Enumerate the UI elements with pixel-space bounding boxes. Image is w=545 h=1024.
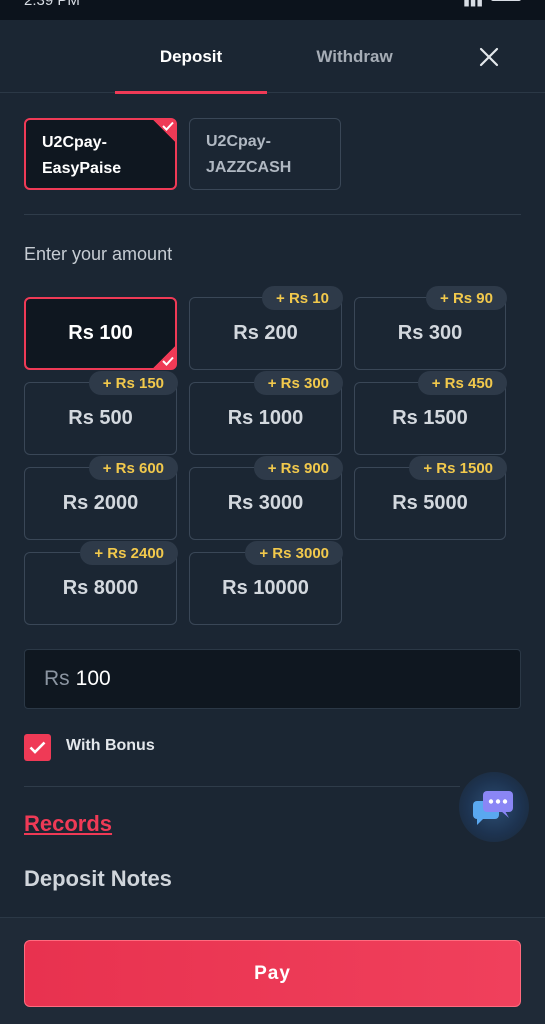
divider (24, 214, 521, 215)
bonus-badge: + Rs 10 (262, 286, 343, 310)
amount-grid: Rs 100 Rs 200 + Rs 10 Rs 300 + Rs 90 Rs … (24, 286, 521, 627)
amount-option-1000[interactable]: Rs 1000 + Rs 300 (189, 371, 343, 455)
amount-label: Rs 1000 (227, 407, 304, 429)
amount-label: Rs 300 (397, 322, 463, 344)
bonus-badge: + Rs 600 (88, 456, 178, 480)
selected-corner-badge (152, 345, 176, 369)
bonus-badge: + Rs 300 (253, 371, 343, 395)
payment-method-line2: EasyPaise (42, 160, 122, 177)
check-icon (162, 121, 174, 131)
payment-method-line1: U2Cpay- (206, 133, 271, 150)
bonus-badge: + Rs 900 (253, 456, 343, 480)
amount-label: Rs 10000 (222, 577, 309, 599)
bonus-badge: + Rs 1500 (409, 456, 507, 480)
bonus-badge: + Rs 150 (88, 371, 178, 395)
amount-option-3000[interactable]: Rs 3000 + Rs 900 (189, 456, 343, 540)
amount-label: Rs 1500 (392, 407, 468, 429)
payment-method-jazzcash[interactable]: U2Cpay- JAZZCASH (189, 118, 341, 190)
selected-corner-badge (152, 119, 176, 143)
close-button[interactable] (470, 38, 508, 76)
battery-icon (491, 0, 521, 1)
amount-option-200[interactable]: Rs 200 + Rs 10 (189, 286, 343, 370)
payment-method-line2: JAZZCASH (206, 159, 292, 176)
amount-option-100[interactable]: Rs 100 (24, 297, 177, 370)
amount-option-8000[interactable]: Rs 8000 + Rs 2400 (24, 541, 178, 625)
pay-button[interactable]: Pay (24, 940, 521, 1007)
chat-support-button[interactable] (459, 772, 529, 842)
amount-input-value: 100 (75, 667, 111, 690)
bonus-badge: + Rs 450 (417, 371, 507, 395)
with-bonus-label: With Bonus (66, 737, 155, 754)
header: Deposit Withdraw (0, 20, 545, 94)
divider (24, 786, 460, 787)
amount-option-500[interactable]: Rs 500 + Rs 150 (24, 371, 178, 455)
check-icon (162, 356, 174, 366)
with-bonus-checkbox[interactable] (24, 734, 51, 761)
amount-label: Rs 100 (68, 322, 133, 344)
bonus-badge: + Rs 3000 (245, 541, 343, 565)
amount-section-label: Enter your amount (24, 244, 173, 264)
amount-label: Rs 5000 (392, 492, 468, 514)
tab-withdraw[interactable]: Withdraw (282, 20, 427, 93)
amount-input[interactable]: Rs 100 (24, 649, 521, 709)
amount-option-300[interactable]: Rs 300 + Rs 90 (354, 286, 507, 370)
status-bar: 2:39 PM ▮▮▮ (0, 0, 545, 20)
amount-option-2000[interactable]: Rs 2000 + Rs 600 (24, 456, 178, 540)
amount-option-10000[interactable]: Rs 10000 + Rs 3000 (189, 541, 343, 625)
records-link[interactable]: Records (24, 811, 112, 837)
footer: Pay (0, 917, 545, 1024)
amount-label: Rs 2000 (62, 492, 139, 514)
amount-label: Rs 500 (68, 407, 133, 429)
bonus-badge: + Rs 90 (426, 286, 507, 310)
check-icon (29, 741, 46, 754)
payment-method-line1: U2Cpay- (42, 134, 107, 151)
status-time: 2:39 PM (24, 0, 80, 9)
status-icons: ▮▮▮ (463, 0, 521, 8)
amount-label: Rs 8000 (62, 577, 139, 599)
tab-deposit[interactable]: Deposit (115, 20, 267, 94)
bonus-badge: + Rs 2400 (80, 541, 178, 565)
amount-label: Rs 3000 (227, 492, 304, 514)
amount-label: Rs 200 (233, 322, 298, 344)
amount-option-5000[interactable]: Rs 5000 + Rs 1500 (354, 456, 507, 540)
deposit-notes-title: Deposit Notes (24, 866, 172, 891)
chat-bubbles-icon (473, 791, 513, 825)
currency-prefix: Rs (44, 667, 70, 690)
payment-method-easypaise[interactable]: U2Cpay- EasyPaise (24, 118, 177, 190)
signal-icon: ▮▮▮ (463, 0, 483, 8)
close-icon (479, 47, 499, 67)
amount-option-1500[interactable]: Rs 1500 + Rs 450 (354, 371, 507, 455)
